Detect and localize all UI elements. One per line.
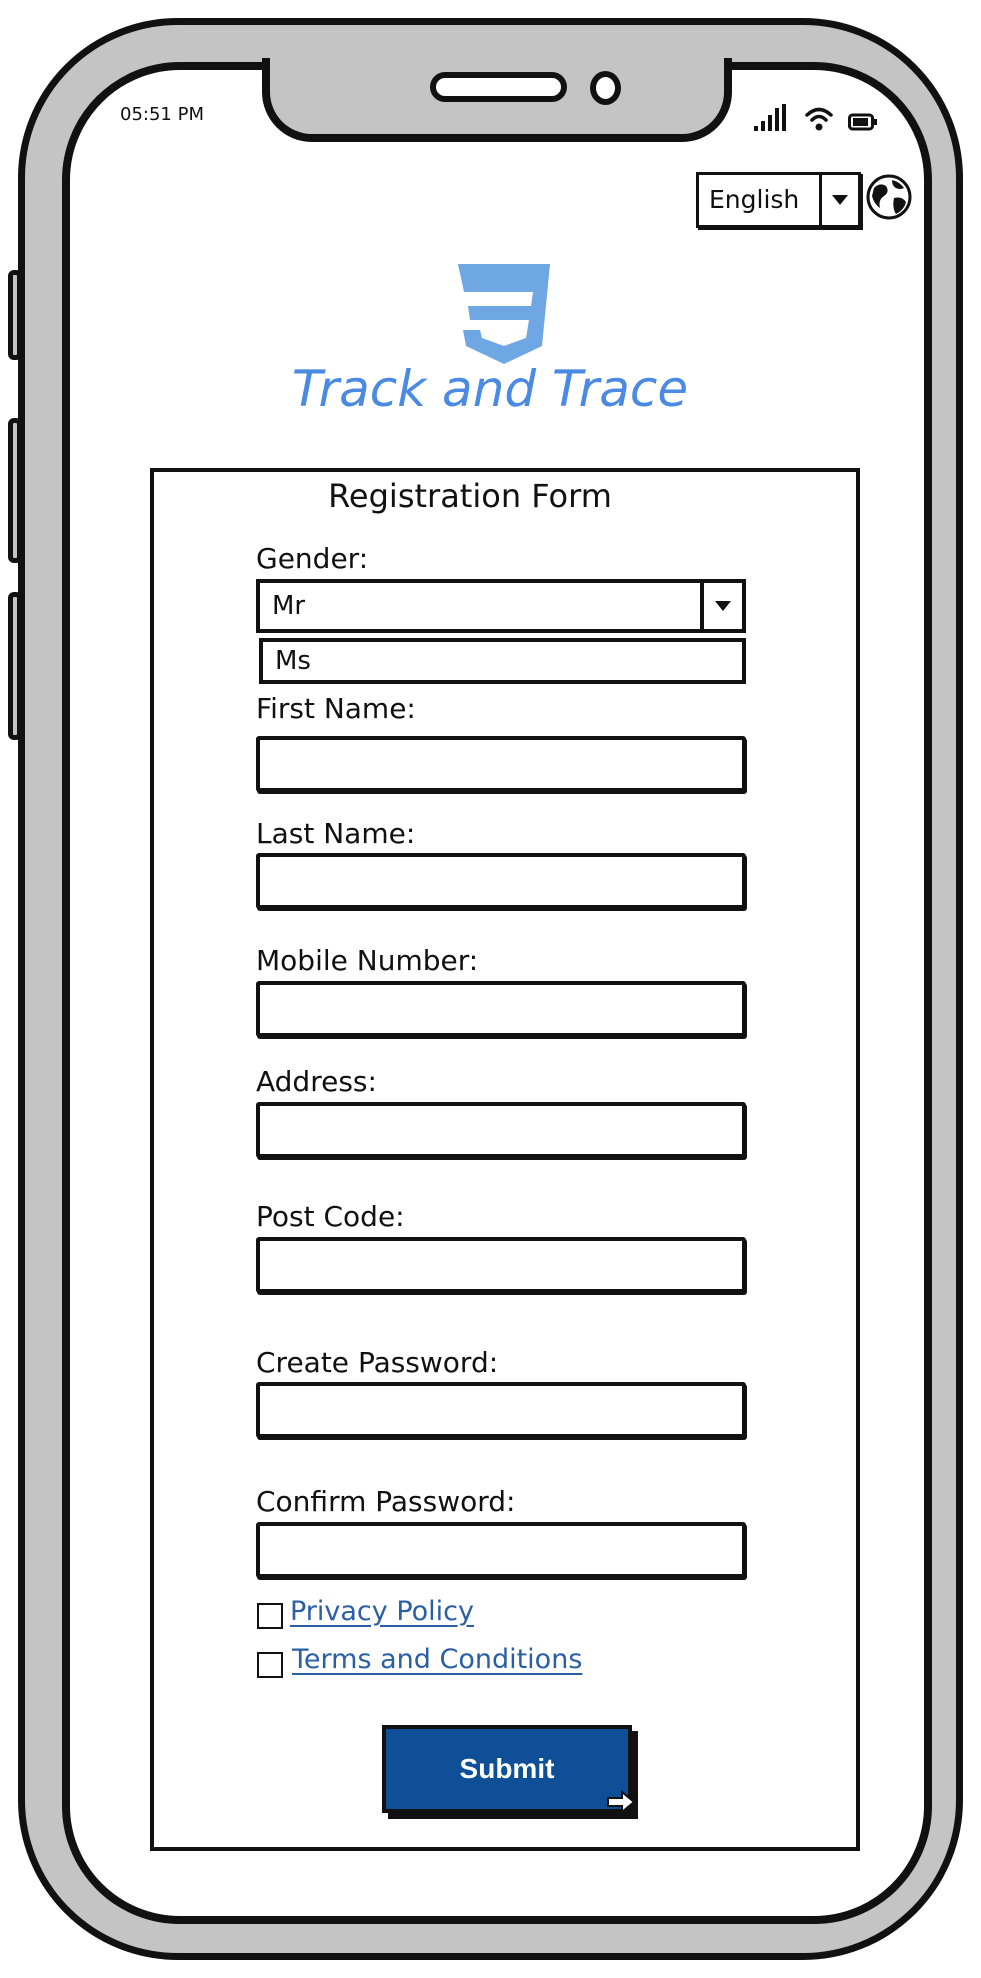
app-title: Track and Trace bbox=[291, 360, 689, 418]
gender-value: Mr bbox=[272, 591, 306, 621]
mobile-number-label: Mobile Number: bbox=[256, 944, 479, 977]
post-code-label: Post Code: bbox=[256, 1200, 405, 1233]
language-select[interactable]: English bbox=[696, 172, 861, 228]
first-name-label: First Name: bbox=[256, 692, 416, 725]
front-camera bbox=[590, 71, 621, 105]
last-name-label: Last Name: bbox=[256, 817, 416, 850]
first-name-input[interactable] bbox=[256, 736, 746, 792]
chevron-down-icon[interactable] bbox=[700, 583, 742, 629]
mute-switch bbox=[8, 270, 22, 360]
signal-icon bbox=[754, 104, 786, 131]
gender-select[interactable]: Mr bbox=[256, 579, 746, 633]
wifi-icon bbox=[805, 107, 833, 131]
confirm-password-input[interactable] bbox=[256, 1522, 746, 1578]
gender-option-ms[interactable]: Ms bbox=[259, 638, 746, 684]
gender-label: Gender: bbox=[256, 542, 369, 575]
address-input[interactable] bbox=[256, 1102, 746, 1158]
status-time: 05:51 PM bbox=[120, 104, 204, 125]
submit-button[interactable]: Submit bbox=[382, 1725, 632, 1813]
privacy-policy-checkbox[interactable] bbox=[257, 1603, 283, 1629]
pointer-cursor-icon bbox=[607, 1790, 636, 1814]
privacy-policy-link[interactable]: Privacy Policy bbox=[290, 1596, 474, 1627]
language-value: English bbox=[709, 185, 800, 214]
post-code-input[interactable] bbox=[256, 1237, 746, 1293]
status-icons bbox=[752, 104, 878, 132]
terms-checkbox[interactable] bbox=[257, 1652, 283, 1678]
create-password-label: Create Password: bbox=[256, 1346, 499, 1379]
chevron-down-icon[interactable] bbox=[819, 175, 858, 225]
address-label: Address: bbox=[256, 1065, 377, 1098]
globe-icon[interactable] bbox=[866, 174, 912, 220]
create-password-input[interactable] bbox=[256, 1382, 746, 1438]
form-title: Registration Form bbox=[328, 477, 612, 515]
last-name-input[interactable] bbox=[256, 853, 746, 909]
confirm-password-label: Confirm Password: bbox=[256, 1485, 516, 1518]
volume-up-button bbox=[8, 418, 22, 563]
mobile-number-input[interactable] bbox=[256, 981, 746, 1037]
terms-link[interactable]: Terms and Conditions bbox=[292, 1644, 582, 1675]
speaker-grille bbox=[430, 72, 567, 102]
volume-down-button bbox=[8, 592, 22, 740]
battery-icon bbox=[848, 113, 877, 131]
css3-shield-logo bbox=[458, 264, 550, 364]
